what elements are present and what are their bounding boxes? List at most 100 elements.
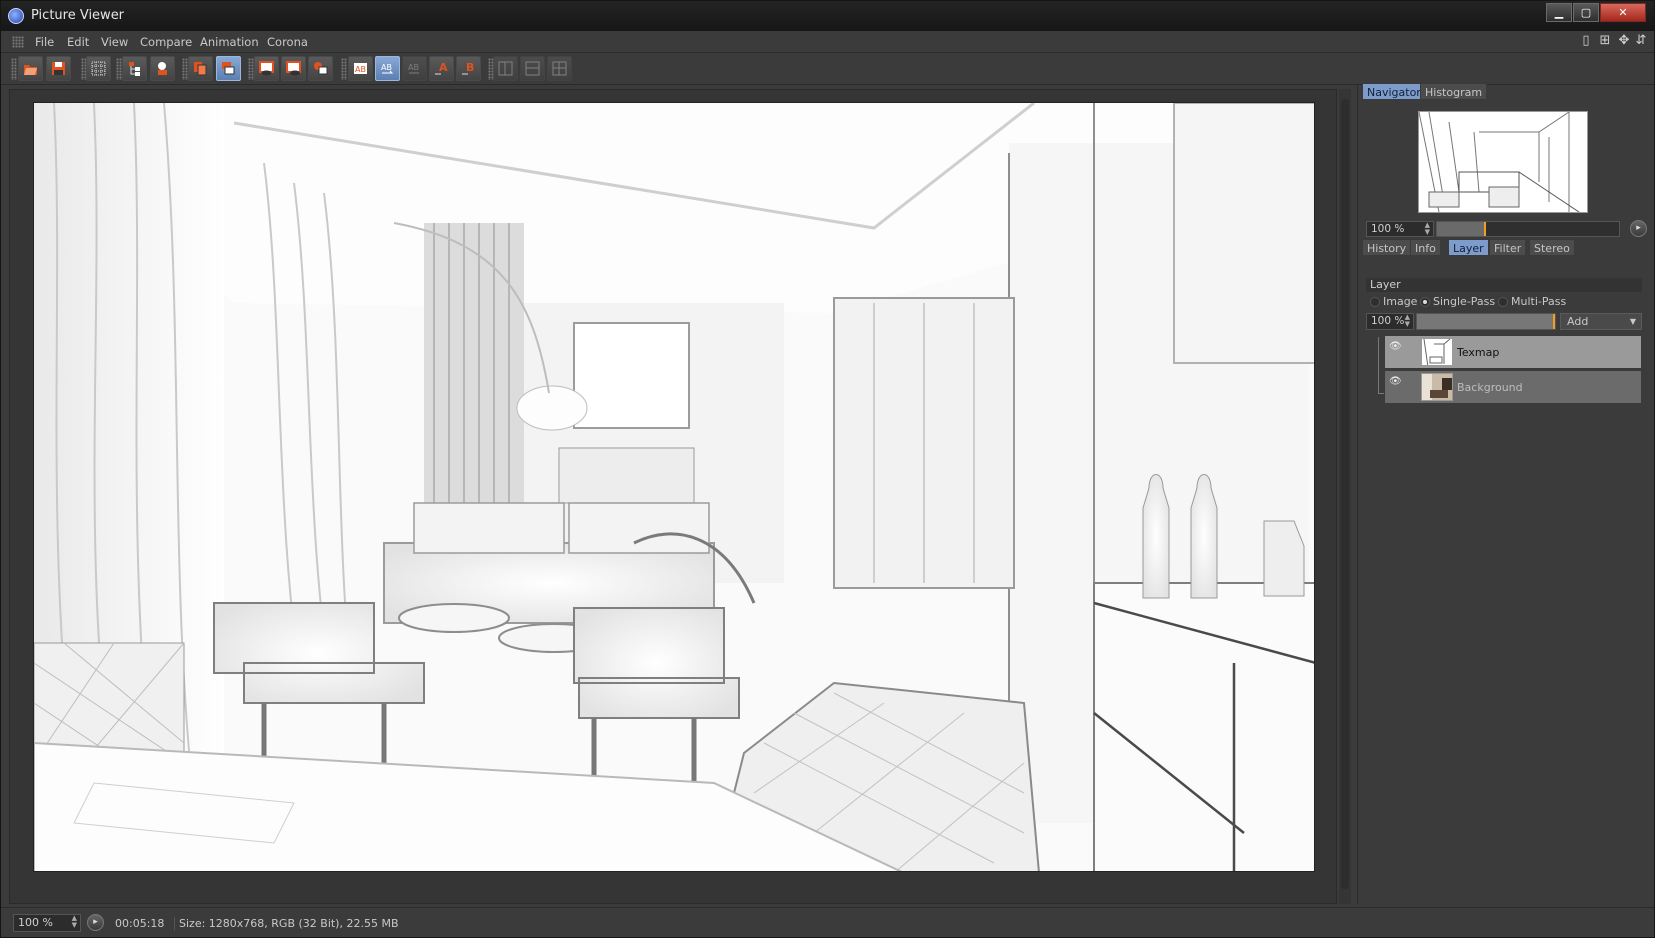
tab-histogram[interactable]: Histogram	[1420, 83, 1488, 100]
tab-info[interactable]: Info	[1410, 239, 1441, 256]
layer-tree-line	[1378, 337, 1379, 393]
svg-text:B: B	[466, 61, 474, 74]
mode-image-radio[interactable]: Image	[1370, 295, 1417, 309]
grid-button[interactable]	[86, 56, 111, 81]
scale-icon[interactable]: ⇵	[1634, 34, 1648, 48]
texmap-thumbnail-image	[1422, 339, 1452, 365]
rendered-image[interactable]	[33, 102, 1315, 872]
visibility-eye-icon[interactable]: 👁	[1389, 377, 1403, 387]
layer-thumbnail	[1421, 338, 1453, 366]
menu-view[interactable]: View	[101, 35, 128, 49]
layer-row-background[interactable]: 👁 Background	[1384, 370, 1642, 404]
region-eye-2-icon	[286, 61, 301, 76]
menu-corona[interactable]: Corona	[267, 35, 308, 49]
set-a-icon: A	[435, 61, 448, 75]
copy-button[interactable]	[188, 56, 213, 81]
navigator-zoom-field[interactable]: 100 % ▲ ▼	[1366, 221, 1434, 237]
svg-text:AB: AB	[381, 63, 392, 72]
copy-icon	[194, 62, 207, 76]
ab-split-3-button[interactable]	[547, 56, 572, 81]
ab-swap-button[interactable]: AB	[375, 56, 400, 81]
ab-compare-button[interactable]: AB	[348, 56, 373, 81]
set-a-button[interactable]: A	[429, 56, 454, 81]
navigator-zoom-fill	[1437, 222, 1485, 236]
background-thumbnail-image	[1422, 374, 1452, 400]
layer-opacity-field[interactable]: 100 % ▲ ▼	[1366, 313, 1414, 330]
scrollbar-thumb[interactable]	[1341, 99, 1349, 889]
chevron-down-icon: ▼	[1629, 317, 1636, 326]
menu-animation[interactable]: Animation	[200, 35, 259, 49]
status-play-button[interactable]: ▸	[87, 914, 104, 931]
mode-single-pass-radio[interactable]: Single-Pass	[1420, 295, 1495, 309]
set-b-button[interactable]: B	[456, 56, 481, 81]
mode-multi-pass-radio[interactable]: Multi-Pass	[1498, 295, 1566, 309]
navigator-thumbnail[interactable]	[1418, 111, 1588, 213]
minimize-button[interactable]: ▁	[1546, 3, 1572, 22]
grid-icon	[91, 61, 106, 76]
radio-dot	[1370, 297, 1380, 307]
open-button[interactable]	[18, 56, 43, 81]
interior-render-image	[34, 103, 1314, 871]
right-panel: Navigator Histogram 100 % ▲ ▼ ▸ History In…	[1357, 83, 1654, 905]
layer-name: Background	[1457, 381, 1523, 394]
region-eye-3-button[interactable]	[308, 56, 333, 81]
ab-split-2-button[interactable]	[520, 56, 545, 81]
ab-swap-icon: AB	[381, 63, 394, 74]
ab-disabled-button[interactable]: AB	[402, 56, 427, 81]
tab-history[interactable]: History	[1362, 239, 1412, 256]
radio-dot	[1498, 297, 1508, 307]
panel-tabs: History Info Layer Filter Stereo	[1362, 239, 1652, 256]
close-button[interactable]: ✕	[1600, 3, 1646, 22]
layer-opacity-marker[interactable]	[1553, 314, 1555, 329]
navigator-play-button[interactable]: ▸	[1630, 220, 1647, 237]
layer-header: Layer	[1366, 278, 1642, 292]
navigator-preview-image	[1419, 112, 1587, 212]
svg-text:AB: AB	[355, 65, 366, 74]
tab-stereo[interactable]: Stereo	[1529, 239, 1575, 256]
stack-button[interactable]	[216, 56, 241, 81]
navigator-zoom-marker[interactable]	[1484, 222, 1487, 236]
panel-layout-icon[interactable]: ▯	[1579, 34, 1593, 48]
toolbar-grip-icon	[11, 58, 17, 80]
tab-layer[interactable]: Layer	[1448, 239, 1489, 256]
viewport-scrollbar[interactable]	[1339, 89, 1351, 904]
hierarchy-button[interactable]	[122, 56, 147, 81]
navigator-zoom-slider[interactable]	[1436, 221, 1620, 237]
navigator-tabs: Navigator Histogram	[1362, 83, 1488, 100]
status-zoom-field[interactable]: 100 % ▲ ▼	[13, 914, 81, 932]
open-icon	[24, 65, 37, 75]
visibility-eye-icon[interactable]: 👁	[1389, 342, 1403, 352]
toolbar-sep-icon	[341, 58, 347, 80]
user-render-button[interactable]	[150, 56, 175, 81]
menu-bar: File Edit View Compare Animation Corona …	[1, 31, 1654, 53]
region-eye-2-button[interactable]	[281, 56, 306, 81]
menu-grip-icon	[12, 36, 24, 48]
save-icon	[52, 62, 65, 75]
ab-compare-icon: AB	[354, 63, 367, 74]
region-eye-button[interactable]	[254, 56, 279, 81]
svg-text:AB: AB	[408, 63, 419, 72]
window-title: Picture Viewer	[31, 8, 125, 23]
menu-edit[interactable]: Edit	[67, 35, 89, 49]
tab-navigator[interactable]: Navigator	[1362, 83, 1426, 100]
title-bar: Picture Viewer ▁ ▢ ✕	[1, 1, 1654, 31]
ab-split-2-icon	[525, 61, 540, 76]
radio-dot-selected	[1420, 297, 1430, 307]
set-b-icon: B	[462, 61, 474, 75]
new-window-icon[interactable]: ⊞	[1598, 34, 1612, 48]
tab-filter[interactable]: Filter	[1489, 239, 1527, 256]
ab-split-1-icon	[498, 61, 513, 76]
move-icon[interactable]: ✥	[1617, 34, 1631, 48]
ab-split-3-icon	[552, 61, 567, 76]
layer-opacity-slider[interactable]	[1416, 313, 1556, 330]
hierarchy-icon	[129, 62, 140, 76]
layer-thumbnail	[1421, 373, 1453, 401]
ab-split-1-button[interactable]	[493, 56, 518, 81]
save-button[interactable]	[46, 56, 71, 81]
maximize-button[interactable]: ▢	[1573, 3, 1599, 22]
menu-file[interactable]: File	[35, 35, 54, 49]
menu-compare[interactable]: Compare	[140, 35, 192, 49]
add-layer-dropdown[interactable]: Add ▼	[1560, 313, 1642, 330]
svg-text:A: A	[439, 61, 448, 74]
layer-row-texmap[interactable]: 👁 Texmap	[1384, 335, 1642, 369]
